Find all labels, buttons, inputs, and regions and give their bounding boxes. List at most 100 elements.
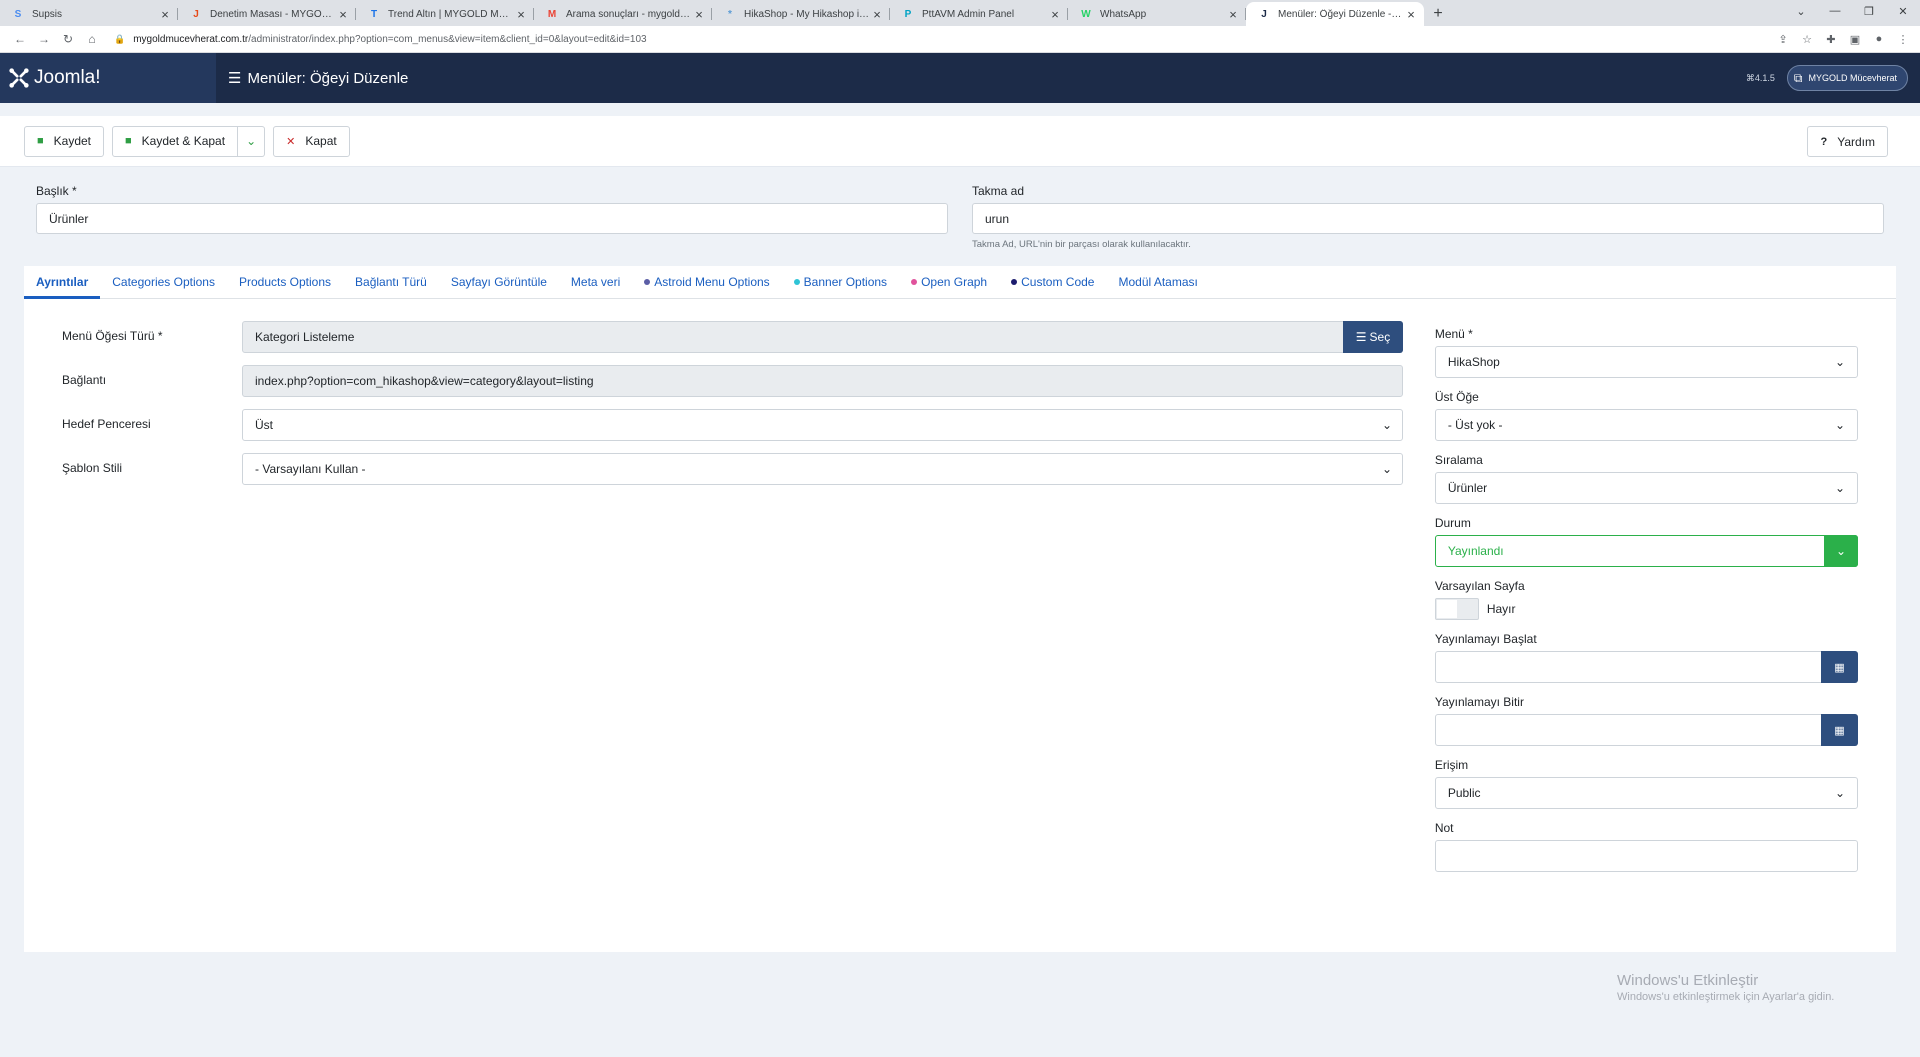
calendar-icon[interactable]: ▦ — [1821, 651, 1858, 683]
alias-input[interactable]: urun — [972, 203, 1884, 234]
menu-kebab-icon[interactable]: ⋮ — [1894, 33, 1912, 46]
tab-categories-options[interactable]: Categories Options — [100, 266, 227, 298]
browser-tab[interactable]: W WhatsApp × — [1068, 2, 1246, 26]
home-icon[interactable]: ⌂ — [80, 28, 104, 50]
tab-close-icon[interactable]: × — [870, 7, 884, 22]
note-label: Not — [1434, 821, 1454, 835]
tab-custom-code[interactable]: Custom Code — [999, 266, 1106, 298]
access-select[interactable]: Public ⌄ — [1434, 777, 1858, 809]
tab-close-icon[interactable]: × — [1404, 7, 1418, 22]
default-page-switch[interactable] — [1434, 598, 1479, 620]
tab-close-icon[interactable]: × — [1226, 7, 1240, 22]
user-label: MYGOLD Mücevherat — [1808, 73, 1897, 83]
reload-icon[interactable]: ↻ — [56, 28, 80, 50]
address-bar: ← → ↻ ⌂ 🔒 mygoldmucevherat.com.tr/admini… — [0, 26, 1920, 53]
tab-close-icon[interactable]: × — [158, 7, 172, 22]
back-icon[interactable]: ← — [8, 28, 32, 50]
window-controls: ⌄ — ❐ ✕ — [1784, 0, 1920, 22]
tab-label: Banner Options — [803, 275, 888, 289]
tab-label: Products Options — [238, 275, 332, 289]
select-type-button[interactable]: ☰ Seç — [1343, 321, 1403, 353]
save-close-button[interactable]: ■ Kaydet & Kapat — [112, 125, 239, 157]
chevron-down-icon: ⌄ — [1834, 481, 1845, 495]
menu-select[interactable]: HikaShop ⌄ — [1434, 346, 1858, 378]
windows-activation-watermark: Windows'u Etkinleştir Windows'u etkinleş… — [1617, 972, 1834, 1003]
tab-sayfay-g-r-nt-le[interactable]: Sayfayı Görüntüle — [439, 266, 559, 298]
publish-up-input[interactable]: ▦ — [1434, 651, 1858, 683]
browser-tab[interactable]: S Supsis × — [0, 2, 178, 26]
calendar-icon[interactable]: ▦ — [1821, 714, 1858, 746]
minimize-button[interactable]: — — [1818, 0, 1852, 22]
browser-tab[interactable]: P PttAVM Admin Panel × — [890, 2, 1068, 26]
tab-favicon-icon: J — [1261, 8, 1267, 20]
save-button[interactable]: ■ Kaydet — [24, 125, 105, 157]
forward-icon[interactable]: → — [32, 28, 56, 50]
tab-close-icon[interactable]: × — [514, 7, 528, 22]
close-window-button[interactable]: ✕ — [1886, 0, 1920, 22]
tab-close-icon[interactable]: × — [1048, 7, 1062, 22]
chevron-down-icon: ⌄ — [1381, 462, 1392, 476]
user-menu-button[interactable]: ⧉ MYGOLD Mücevherat — [1786, 65, 1908, 91]
bookmark-star-icon[interactable]: ☆ — [1798, 33, 1816, 46]
new-tab-button[interactable]: + — [1424, 2, 1452, 26]
link-field: index.php?option=com_hikashop&view=categ… — [242, 365, 1403, 397]
tab-close-icon[interactable]: × — [692, 7, 706, 22]
target-window-select[interactable]: Üst ⌄ — [242, 409, 1403, 441]
tab-title: WhatsApp — [1100, 8, 1147, 20]
url-field[interactable]: 🔒 mygoldmucevherat.com.tr/administrator/… — [104, 28, 1774, 50]
help-label: Yardım — [1837, 134, 1875, 149]
tab-mod-l-atamas-[interactable]: Modül Ataması — [1106, 266, 1209, 298]
template-style-value: - Varsayılanı Kullan - — [255, 462, 366, 476]
extensions-icon[interactable]: ✚ — [1822, 33, 1840, 46]
sidepanel-icon[interactable]: ▣ — [1846, 33, 1864, 46]
default-page-group: Varsayılan Sayfa Hayır — [1434, 579, 1858, 620]
template-style-label: Şablon Stili — [62, 461, 123, 475]
template-style-select[interactable]: - Varsayılanı Kullan - ⌄ — [242, 453, 1403, 485]
close-button[interactable]: ✕ Kapat — [273, 125, 350, 157]
tab-banner-options[interactable]: Banner Options — [782, 266, 899, 298]
default-page-value: Hayır — [1486, 602, 1516, 616]
tab-meta-veri[interactable]: Meta veri — [559, 266, 632, 298]
browser-tab[interactable]: J Denetim Masası - MYGOLD Mücevherat× — [178, 2, 356, 26]
link-row: Bağlantı index.php?option=com_hikashop&v… — [62, 365, 1412, 397]
title-input[interactable]: Ürünler — [36, 203, 948, 234]
profile-icon[interactable]: ● — [1870, 33, 1888, 46]
browser-tab[interactable]: J Menüler: Öğeyi Düzenle - MYGOLD× — [1246, 2, 1424, 26]
toolbar: ■ Kaydet ■ Kaydet & Kapat ⌄ ✕ Kapat ? Ya… — [0, 116, 1920, 167]
tab-astroid-menu-options[interactable]: Astroid Menu Options — [632, 266, 781, 298]
save-dropdown-button[interactable]: ⌄ — [238, 125, 266, 157]
browser-tab[interactable]: T Trend Altın | MYGOLD Mücevherat× — [356, 2, 534, 26]
tab-label: Ayrıntılar — [36, 275, 89, 289]
note-input[interactable] — [1434, 840, 1858, 872]
tab-open-graph[interactable]: Open Graph — [899, 266, 999, 298]
edit-card: Ayrıntılar Categories Options Products Opt… — [24, 266, 1896, 952]
note-group: Not — [1434, 821, 1858, 872]
tab-dot-icon — [793, 279, 800, 285]
help-button[interactable]: ? Yardım — [1807, 126, 1888, 157]
browser-tabbar: S Supsis × J Denetim Masası - MYGOLD Mücevhe… — [0, 0, 1920, 26]
tab-products-options[interactable]: Products Options — [227, 266, 343, 298]
joomla-logo[interactable]: Joomla! — [0, 53, 216, 103]
tab-ba-lant-t-r-[interactable]: Bağlantı Türü — [343, 266, 439, 298]
template-style-row: Şablon Stili - Varsayılanı Kullan - ⌄ — [62, 453, 1412, 485]
browser-tab[interactable]: M Arama sonuçları - mygoldmucevherat× — [534, 2, 712, 26]
restore-button[interactable]: ❐ — [1852, 0, 1886, 22]
options-sidebar: Menü * HikaShop ⌄ Üst Öğe - Üst yok - ⌄ … — [1434, 299, 1858, 884]
ordering-select[interactable]: Ürünler ⌄ — [1434, 472, 1858, 504]
browser-tab[interactable]: * HikaShop - My Hikashop is displayed× — [712, 2, 890, 26]
parent-select[interactable]: - Üst yok - ⌄ — [1434, 409, 1858, 441]
menu-label: Menü * — [1434, 327, 1473, 341]
status-select[interactable]: Yayınlandı ⌄ — [1434, 535, 1858, 567]
tab-favicon-icon: P — [904, 8, 912, 20]
url-path: /administrator/index.php?option=com_menu… — [248, 33, 647, 45]
alias-group: Takma ad urun Takma Ad, URL'nin bir parç… — [972, 184, 1884, 250]
tab-ayr-nt-lar[interactable]: Ayrıntılar — [24, 266, 101, 299]
tab-close-icon[interactable]: × — [336, 7, 350, 22]
share-icon[interactable]: ⇪ — [1774, 33, 1792, 46]
status-value: Yayınlandı — [1447, 544, 1504, 558]
chevron-down-icon: ⌄ — [1824, 535, 1858, 567]
status-group: Durum Yayınlandı ⌄ — [1434, 516, 1858, 567]
tab-search-icon[interactable]: ⌄ — [1784, 0, 1818, 22]
details-panel: Menü Öğesi Türü * Kategori Listeleme ☰ S… — [62, 299, 1412, 884]
publish-down-input[interactable]: ▦ — [1434, 714, 1858, 746]
